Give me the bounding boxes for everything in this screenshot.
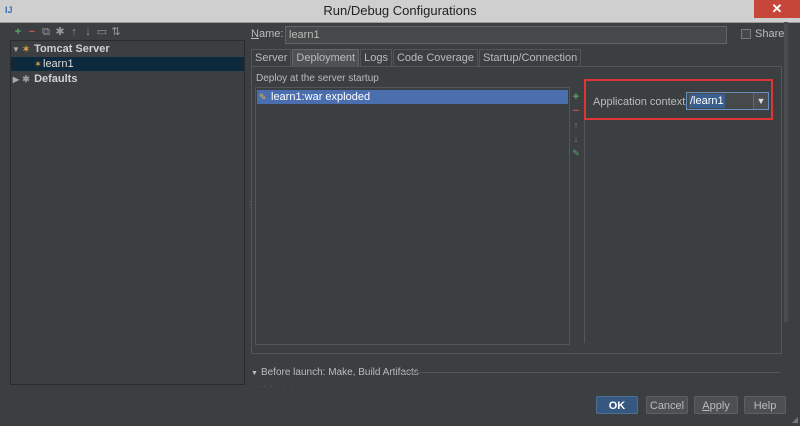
divider (584, 83, 585, 343)
checkbox-icon[interactable] (741, 29, 751, 40)
vertical-scrollbar[interactable] (784, 22, 788, 322)
add-icon[interactable]: + (12, 26, 24, 38)
move-up-icon[interactable]: ↑ (570, 118, 582, 132)
title-bar: IJ Run/Debug Configurations ✕ (0, 0, 800, 23)
copy-icon[interactable]: ⧉ (40, 26, 52, 38)
divider (400, 372, 780, 373)
artifact-list: ✎ learn1:war exploded (255, 87, 570, 345)
chevron-right-icon[interactable]: ▶ (11, 73, 21, 87)
tomcat-icon: ✶ (34, 59, 42, 69)
ok-button[interactable]: OK (596, 396, 638, 414)
name-label-text: ame: (258, 28, 284, 40)
tree-toolbar: + − ⧉ ✱ ↑ ↓ ▭ ⇅ (12, 26, 122, 40)
help-button[interactable]: Help (744, 396, 786, 414)
deploy-section-label: Deploy at the server startup (256, 73, 379, 84)
name-label-mnemonic: N (251, 28, 259, 40)
artifact-icon: ✎ (259, 92, 267, 102)
application-context-combobox[interactable]: /learn1 ▼ (686, 92, 769, 110)
remove-icon[interactable]: − (570, 104, 582, 118)
remove-icon[interactable]: − (26, 26, 38, 38)
configuration-tree-panel: + − ⧉ ✱ ↑ ↓ ▭ ⇅ ▼ ✶ Tomcat Server ✶learn1… (10, 24, 245, 385)
list-item[interactable]: ✎ learn1:war exploded (257, 90, 568, 104)
apply-label: pply (709, 400, 730, 412)
add-icon[interactable]: + (570, 90, 582, 104)
folder-icon[interactable]: ▭ (96, 26, 108, 38)
settings-icon[interactable]: ✱ (54, 26, 66, 38)
chevron-down-icon[interactable]: ▼ (251, 370, 258, 377)
wrench-icon: ✱ (22, 74, 30, 84)
chevron-down-icon[interactable]: ▼ (11, 43, 21, 57)
move-down-icon[interactable]: ↓ (570, 132, 582, 146)
window-title: Run/Debug Configurations (323, 3, 477, 18)
name-label: Name: (251, 28, 283, 40)
tree-item-label: Tomcat Server (34, 43, 110, 55)
close-button[interactable]: ✕ (754, 0, 800, 18)
sort-icon[interactable]: ⇅ (110, 26, 122, 38)
tab-startup-connection[interactable]: Startup/Connection (479, 49, 582, 67)
edit-icon[interactable]: ✎ (570, 146, 582, 160)
tree-item-defaults[interactable]: ▶ ✱ Defaults (11, 72, 244, 86)
name-field[interactable]: learn1 (285, 26, 727, 44)
apply-button[interactable]: Apply (694, 396, 738, 414)
tab-deployment[interactable]: Deployment (292, 49, 360, 67)
chevron-down-icon[interactable]: ▼ (753, 93, 768, 109)
configuration-tree: ▼ ✶ Tomcat Server ✶learn1 ▶ ✱ Defaults (10, 40, 245, 385)
tab-logs[interactable]: Logs (360, 49, 392, 67)
artifact-label: learn1:war exploded (271, 91, 371, 103)
cancel-button[interactable]: Cancel (646, 396, 688, 414)
before-launch-label: Before launch: Make, Build Artifacts (260, 367, 419, 378)
tree-item-label: learn1 (43, 58, 74, 70)
tree-item-learn1[interactable]: ✶learn1 (11, 57, 244, 71)
tomcat-icon: ✶ (22, 44, 30, 54)
apply-mnemonic: A (702, 400, 710, 412)
tab-bar: Server Deployment Logs Code Coverage Sta… (251, 49, 582, 67)
tab-server[interactable]: Server (251, 49, 292, 67)
artifact-list-toolbar: + − ↑ ↓ ✎ (570, 90, 582, 160)
tab-code-coverage[interactable]: Code Coverage (392, 49, 479, 67)
resize-grip-icon[interactable]: ◢ (792, 415, 798, 424)
splitter-handle[interactable]: ⋮ (246, 200, 254, 212)
share-checkbox[interactable]: Share (741, 28, 784, 40)
tree-item-label: Defaults (34, 73, 78, 85)
move-down-icon[interactable]: ↓ (82, 26, 94, 38)
before-launch-section[interactable]: ▼ Before launch: Make, Build Artifacts (251, 367, 419, 378)
move-up-icon[interactable]: ↑ (68, 26, 80, 38)
application-context-label: Application context: (593, 96, 689, 108)
application-context-value[interactable]: /learn1 (689, 94, 725, 108)
truncated-content: · · · · · · (256, 382, 295, 391)
share-label: Share (755, 28, 785, 40)
tree-item-tomcat-server[interactable]: ▼ ✶ Tomcat Server (11, 42, 244, 56)
